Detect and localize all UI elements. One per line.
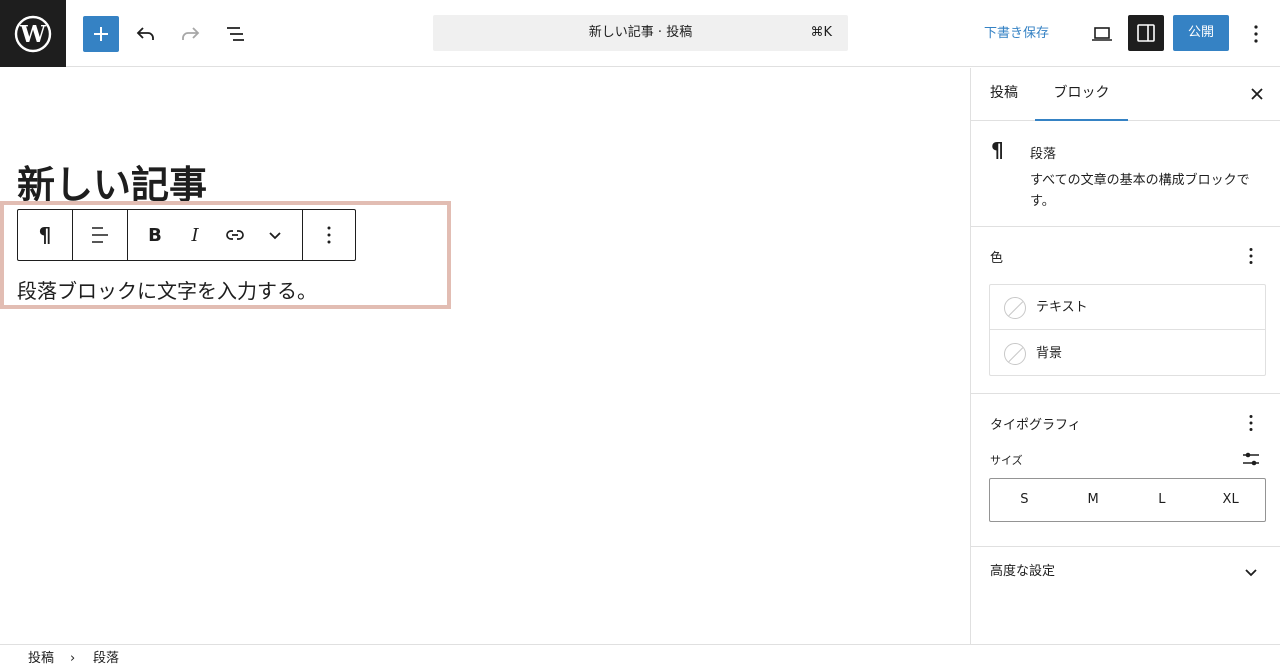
block-card: ¶ 段落 すべての文章の基本の構成ブロックです。 [971,122,1280,227]
block-card-title: 段落 [1030,147,1057,162]
save-draft-button[interactable]: 下書き保存 [984,16,1049,52]
typography-options-button[interactable] [1239,411,1263,435]
typography-panel-title: タイポグラフィ [990,418,1081,433]
pilcrow-icon: ¶ [38,223,52,247]
sidebar-toggle-icon [1137,24,1155,42]
plus-icon [94,27,108,41]
link-button[interactable] [215,211,255,259]
vertical-ellipsis-icon [1249,415,1253,431]
close-icon [1251,88,1263,100]
command-palette-button[interactable]: 新しい記事 · 投稿 ⌘K [433,15,848,51]
block-options-group [303,210,355,260]
svg-text:W: W [19,21,47,48]
block-type-button[interactable]: ¶ [18,211,72,259]
size-option-l[interactable]: L [1128,479,1197,521]
chevron-down-icon [1239,560,1263,584]
paragraph-block[interactable]: 段落ブロックに文字を入力する。 [17,275,317,304]
size-option-m[interactable]: M [1059,479,1128,521]
italic-button[interactable]: I [175,211,215,259]
redo-icon [182,27,200,40]
color-item-label: テキスト [1036,300,1088,315]
link-icon [226,230,244,240]
preview-button[interactable] [1084,16,1120,52]
keyboard-shortcut: ⌘K [810,25,832,40]
settings-sidebar: 投稿 ブロック ¶ 段落 すべての文章の基本の構成ブロックです。 色 テキスト [970,68,1280,644]
color-options-button[interactable] [1239,244,1263,268]
document-title: 新しい記事 · 投稿 [588,25,693,40]
bold-icon: B [148,224,162,246]
breadcrumb-paragraph[interactable]: 段落 [93,645,119,672]
redo-button[interactable] [172,16,208,52]
custom-size-toggle-button[interactable] [1239,447,1263,471]
chevron-down-icon [269,232,281,240]
align-left-icon [92,227,108,243]
advanced-panel-toggle[interactable]: 高度な設定 [971,548,1280,604]
block-breadcrumb: 投稿 › 段落 [0,644,1280,672]
breadcrumb-separator: › [70,651,76,666]
formatting-group: B I [128,210,303,260]
close-sidebar-button[interactable] [1245,82,1269,106]
more-rich-text-button[interactable] [255,211,295,259]
vertical-ellipsis-icon [1249,248,1253,264]
color-panel-title: 色 [990,251,1004,266]
block-options-button[interactable] [303,211,355,259]
color-swatch-icon [1004,297,1026,319]
block-card-description: すべての文章の基本の構成ブロックです。 [1030,173,1250,209]
background-color-item[interactable]: 背景 [990,331,1265,376]
typography-panel: タイポグラフィ サイズ S M L XL [971,395,1280,547]
size-option-xl[interactable]: XL [1196,479,1265,521]
size-option-s[interactable]: S [990,479,1059,521]
tab-post[interactable]: 投稿 [990,68,1018,121]
color-list: テキスト 背景 [989,284,1266,376]
settings-sliders-icon [1243,452,1259,466]
sidebar-tabs: 投稿 ブロック [971,68,1280,121]
vertical-ellipsis-icon [327,226,331,244]
desktop-preview-icon [1092,27,1112,41]
color-swatch-icon [1004,343,1026,365]
options-button[interactable] [1238,16,1274,52]
bold-button[interactable]: B [135,211,175,259]
color-panel: 色 テキスト 背景 [971,228,1280,394]
undo-icon [136,27,154,40]
block-toolbar: ¶ B I [17,209,356,261]
color-item-label: 背景 [1036,346,1063,361]
editor-canvas[interactable]: 新しい記事 ¶ B I 段落ブロックに文字を入力する。 [0,68,970,644]
alignment-group [73,210,128,260]
font-size-picker: S M L XL [989,478,1266,522]
block-switcher-group: ¶ [18,210,73,260]
pilcrow-icon: ¶ [991,138,1004,162]
undo-button[interactable] [128,16,164,52]
list-view-button[interactable] [217,16,253,52]
font-size-label: サイズ [990,454,1023,467]
settings-toggle-button[interactable] [1128,15,1164,51]
align-button[interactable] [73,211,127,259]
text-color-item[interactable]: テキスト [990,285,1265,330]
advanced-panel-title: 高度な設定 [990,564,1056,579]
editor-header: W 新しい記事 · 投稿 ⌘K 下書き保存 公開 [0,0,1280,67]
breadcrumb-post[interactable]: 投稿 [28,645,54,672]
list-view-icon [227,27,244,41]
add-block-button[interactable] [83,16,119,52]
italic-icon: I [191,224,199,246]
tab-block[interactable]: ブロック [1035,68,1128,121]
wordpress-icon[interactable]: W [0,0,66,67]
publish-button[interactable]: 公開 [1173,15,1229,51]
vertical-ellipsis-icon [1254,25,1258,43]
